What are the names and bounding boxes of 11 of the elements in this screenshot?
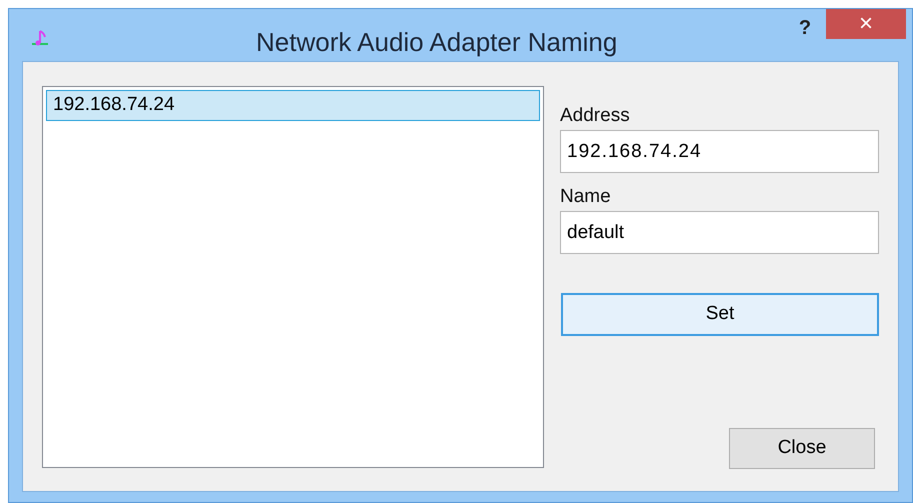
name-field[interactable]: default [560, 211, 879, 254]
close-dialog-button[interactable]: Close [729, 428, 875, 469]
window-title: Network Audio Adapter Naming [256, 26, 618, 59]
set-button[interactable]: Set [561, 293, 879, 336]
address-field[interactable]: 192.168.74.24 [560, 130, 879, 173]
help-button[interactable]: ? [787, 13, 823, 39]
address-list[interactable]: 192.168.74.24 [42, 86, 544, 468]
list-item[interactable]: 192.168.74.24 [46, 90, 540, 121]
name-label: Name [560, 185, 612, 209]
close-button[interactable]: × [826, 9, 906, 39]
address-label: Address [560, 104, 631, 128]
